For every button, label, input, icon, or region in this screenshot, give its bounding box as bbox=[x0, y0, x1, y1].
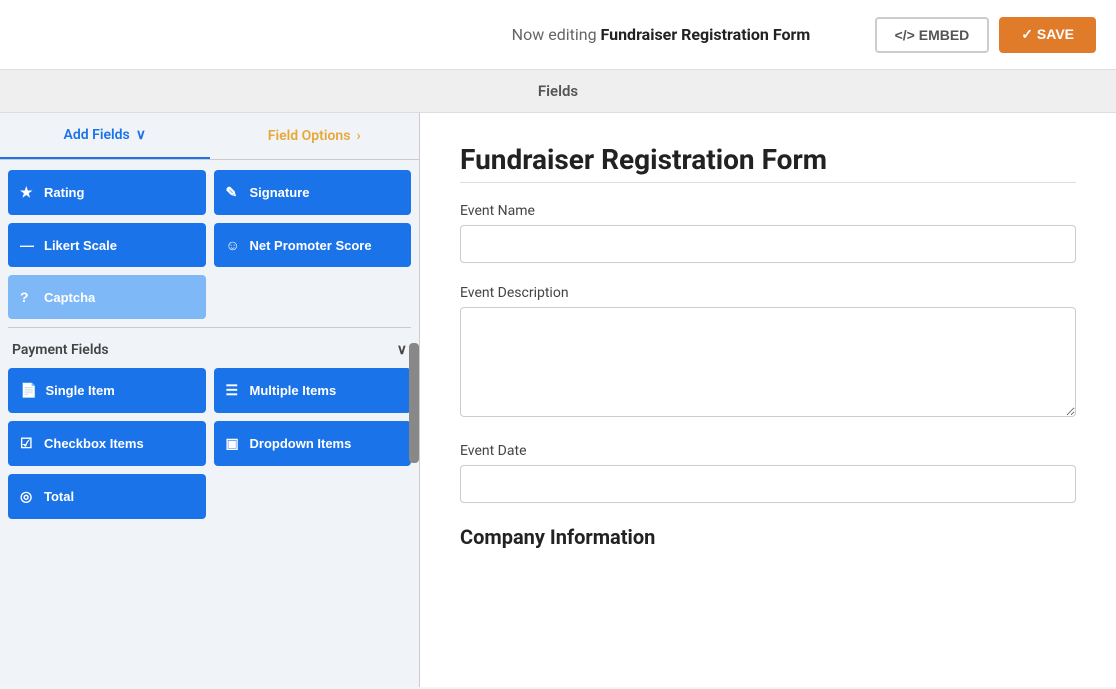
sidebar-tabs: Add Fields ∨ Field Options › bbox=[0, 113, 419, 160]
event-description-input[interactable] bbox=[460, 307, 1076, 417]
event-description-label: Event Description bbox=[460, 285, 1076, 301]
file-icon: 📄 bbox=[20, 382, 37, 399]
main-layout: Add Fields ∨ Field Options › ★ Rating ✎ … bbox=[0, 113, 1116, 687]
captcha-label: Captcha bbox=[44, 290, 95, 305]
list-icon: ☰ bbox=[226, 382, 242, 399]
payment-fields-label: Payment Fields bbox=[12, 342, 109, 358]
company-information-title: Company Information bbox=[460, 525, 1076, 549]
form-title: Fundraiser Registration Form bbox=[460, 143, 1076, 176]
sidebar-content: ★ Rating ✎ Signature — Likert Scale ☺ Ne… bbox=[0, 160, 419, 537]
total-grid: ◎ Total bbox=[8, 474, 411, 519]
field-grid-top: ★ Rating ✎ Signature — Likert Scale ☺ Ne… bbox=[8, 170, 411, 267]
tab-field-options-label: Field Options bbox=[268, 128, 351, 144]
multiple-items-button[interactable]: ☰ Multiple Items bbox=[214, 368, 412, 413]
chevron-down-icon: ∨ bbox=[136, 127, 146, 143]
multiple-items-label: Multiple Items bbox=[250, 383, 337, 398]
form-name: Fundraiser Registration Form bbox=[601, 25, 811, 44]
question-icon: ? bbox=[20, 289, 36, 305]
dropdown-items-label: Dropdown Items bbox=[250, 436, 352, 451]
payment-fields-section: Payment Fields ∨ bbox=[8, 327, 411, 368]
sidebar: Add Fields ∨ Field Options › ★ Rating ✎ … bbox=[0, 113, 420, 687]
single-item-label: Single Item bbox=[45, 383, 114, 398]
total-icon: ◎ bbox=[20, 488, 36, 505]
checkbox-items-label: Checkbox Items bbox=[44, 436, 144, 451]
form-divider bbox=[460, 182, 1076, 183]
signature-button[interactable]: ✎ Signature bbox=[214, 170, 412, 215]
header-actions: </> EMBED ✓ SAVE bbox=[875, 17, 1096, 53]
chevron-right-icon: › bbox=[356, 128, 360, 144]
field-grid-captcha: ? Captcha bbox=[8, 275, 411, 319]
captcha-button[interactable]: ? Captcha bbox=[8, 275, 206, 319]
dropdown-icon: ▣ bbox=[226, 435, 242, 452]
total-label: Total bbox=[44, 489, 74, 504]
tab-add-fields[interactable]: Add Fields ∨ bbox=[0, 113, 210, 159]
likert-label: Likert Scale bbox=[44, 238, 117, 253]
smiley-icon: ☺ bbox=[226, 237, 242, 253]
nps-label: Net Promoter Score bbox=[250, 238, 372, 253]
signature-label: Signature bbox=[250, 185, 310, 200]
single-item-button[interactable]: 📄 Single Item bbox=[8, 368, 206, 413]
checkbox-icon: ☑ bbox=[20, 435, 36, 452]
fields-header: Fields bbox=[0, 70, 1116, 113]
chevron-down-icon: ∨ bbox=[397, 342, 407, 358]
event-description-field: Event Description bbox=[460, 285, 1076, 421]
minus-icon: — bbox=[20, 237, 36, 253]
event-date-input[interactable] bbox=[460, 465, 1076, 503]
pen-icon: ✎ bbox=[226, 184, 242, 201]
likert-scale-button[interactable]: — Likert Scale bbox=[8, 223, 206, 267]
event-name-field: Event Name bbox=[460, 203, 1076, 263]
rating-button[interactable]: ★ Rating bbox=[8, 170, 206, 215]
tab-add-fields-label: Add Fields bbox=[64, 127, 130, 143]
top-bar: Now editing Fundraiser Registration Form… bbox=[0, 0, 1116, 70]
header-title: Now editing Fundraiser Registration Form bbox=[447, 25, 874, 44]
event-date-label: Event Date bbox=[460, 443, 1076, 459]
net-promoter-score-button[interactable]: ☺ Net Promoter Score bbox=[214, 223, 412, 267]
event-name-label: Event Name bbox=[460, 203, 1076, 219]
save-button[interactable]: ✓ SAVE bbox=[999, 17, 1096, 53]
scrollbar-thumb[interactable] bbox=[409, 343, 419, 463]
event-date-field: Event Date bbox=[460, 443, 1076, 503]
form-area: Fundraiser Registration Form Event Name … bbox=[420, 113, 1116, 687]
dropdown-items-button[interactable]: ▣ Dropdown Items bbox=[214, 421, 412, 466]
embed-button[interactable]: </> EMBED bbox=[875, 17, 990, 53]
payment-field-grid: 📄 Single Item ☰ Multiple Items ☑ Checkbo… bbox=[8, 368, 411, 466]
checkbox-items-button[interactable]: ☑ Checkbox Items bbox=[8, 421, 206, 466]
event-name-input[interactable] bbox=[460, 225, 1076, 263]
tab-field-options[interactable]: Field Options › bbox=[210, 113, 420, 159]
star-icon: ★ bbox=[20, 184, 36, 201]
total-button[interactable]: ◎ Total bbox=[8, 474, 206, 519]
rating-label: Rating bbox=[44, 185, 84, 200]
fields-header-label: Fields bbox=[538, 82, 578, 100]
editing-text: Now editing bbox=[512, 25, 597, 44]
